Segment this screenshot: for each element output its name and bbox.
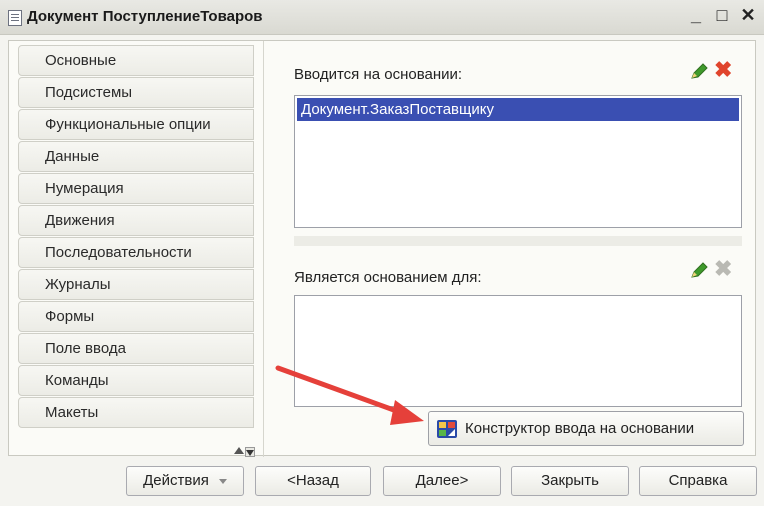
pencil-icon[interactable]: [689, 261, 709, 281]
sidebar-item-numbering[interactable]: Нумерация: [18, 173, 254, 204]
delete-icon[interactable]: ✖: [714, 59, 732, 81]
entered-on-basis-label: Вводится на основании:: [294, 66, 463, 83]
is-basis-for-label: Является основанием для:: [294, 269, 482, 286]
close-button[interactable]: Закрыть: [511, 466, 629, 496]
sidebar-item-input-field[interactable]: Поле ввода: [18, 333, 254, 364]
basis-panel: Вводится на основании: ✖ Документ.ЗаказП…: [263, 41, 758, 457]
content-panel: Основные Подсистемы Функциональные опции…: [8, 40, 758, 457]
sidebar-item-commands[interactable]: Команды: [18, 365, 254, 396]
sidebar-item-data[interactable]: Данные: [18, 141, 254, 172]
constructor-icon: [437, 420, 457, 438]
sidebar-item-journals[interactable]: Журналы: [18, 269, 254, 300]
sidebar-item-sequences[interactable]: Последовательности: [18, 237, 254, 268]
maximize-button[interactable]: □: [714, 5, 730, 25]
chevron-down-icon: [218, 478, 227, 484]
splitter[interactable]: [294, 236, 742, 246]
is-basis-for-list[interactable]: [294, 295, 742, 407]
title-bar: Документ ПоступлениеТоваров _ □ ✕: [0, 0, 764, 35]
sidebar-scroll[interactable]: [234, 446, 256, 458]
sidebar-item-functional-options[interactable]: Функциональные опции: [18, 109, 254, 140]
minimize-button[interactable]: _: [688, 5, 704, 25]
sidebar-item-movements[interactable]: Движения: [18, 205, 254, 236]
scroll-down-icon[interactable]: [245, 447, 255, 457]
pencil-icon[interactable]: [689, 62, 709, 82]
delete-icon: ✖: [714, 256, 733, 281]
sidebar: Основные Подсистемы Функциональные опции…: [18, 45, 256, 457]
constructor-button[interactable]: Конструктор ввода на основании: [428, 411, 744, 446]
sidebar-item-main[interactable]: Основные: [18, 45, 254, 76]
document-icon: [8, 10, 22, 26]
sidebar-item-templates[interactable]: Макеты: [18, 397, 254, 428]
window: Документ ПоступлениеТоваров _ □ ✕ Основн…: [0, 0, 764, 506]
sidebar-item-subsystems[interactable]: Подсистемы: [18, 77, 254, 108]
scroll-up-icon[interactable]: [234, 447, 244, 454]
back-button[interactable]: <Назад: [255, 466, 371, 496]
help-button[interactable]: Справка: [639, 466, 757, 496]
constructor-button-label: Конструктор ввода на основании: [465, 420, 695, 437]
sidebar-item-forms[interactable]: Формы: [18, 301, 254, 332]
actions-button[interactable]: Действия: [126, 466, 244, 496]
close-window-button[interactable]: ✕: [740, 5, 756, 25]
window-title: Документ ПоступлениеТоваров: [27, 8, 263, 25]
next-button[interactable]: Далее>: [383, 466, 501, 496]
actions-button-label: Действия: [143, 472, 209, 489]
list-item[interactable]: Документ.ЗаказПоставщику: [297, 98, 739, 121]
entered-on-basis-list[interactable]: Документ.ЗаказПоставщику: [294, 95, 742, 228]
